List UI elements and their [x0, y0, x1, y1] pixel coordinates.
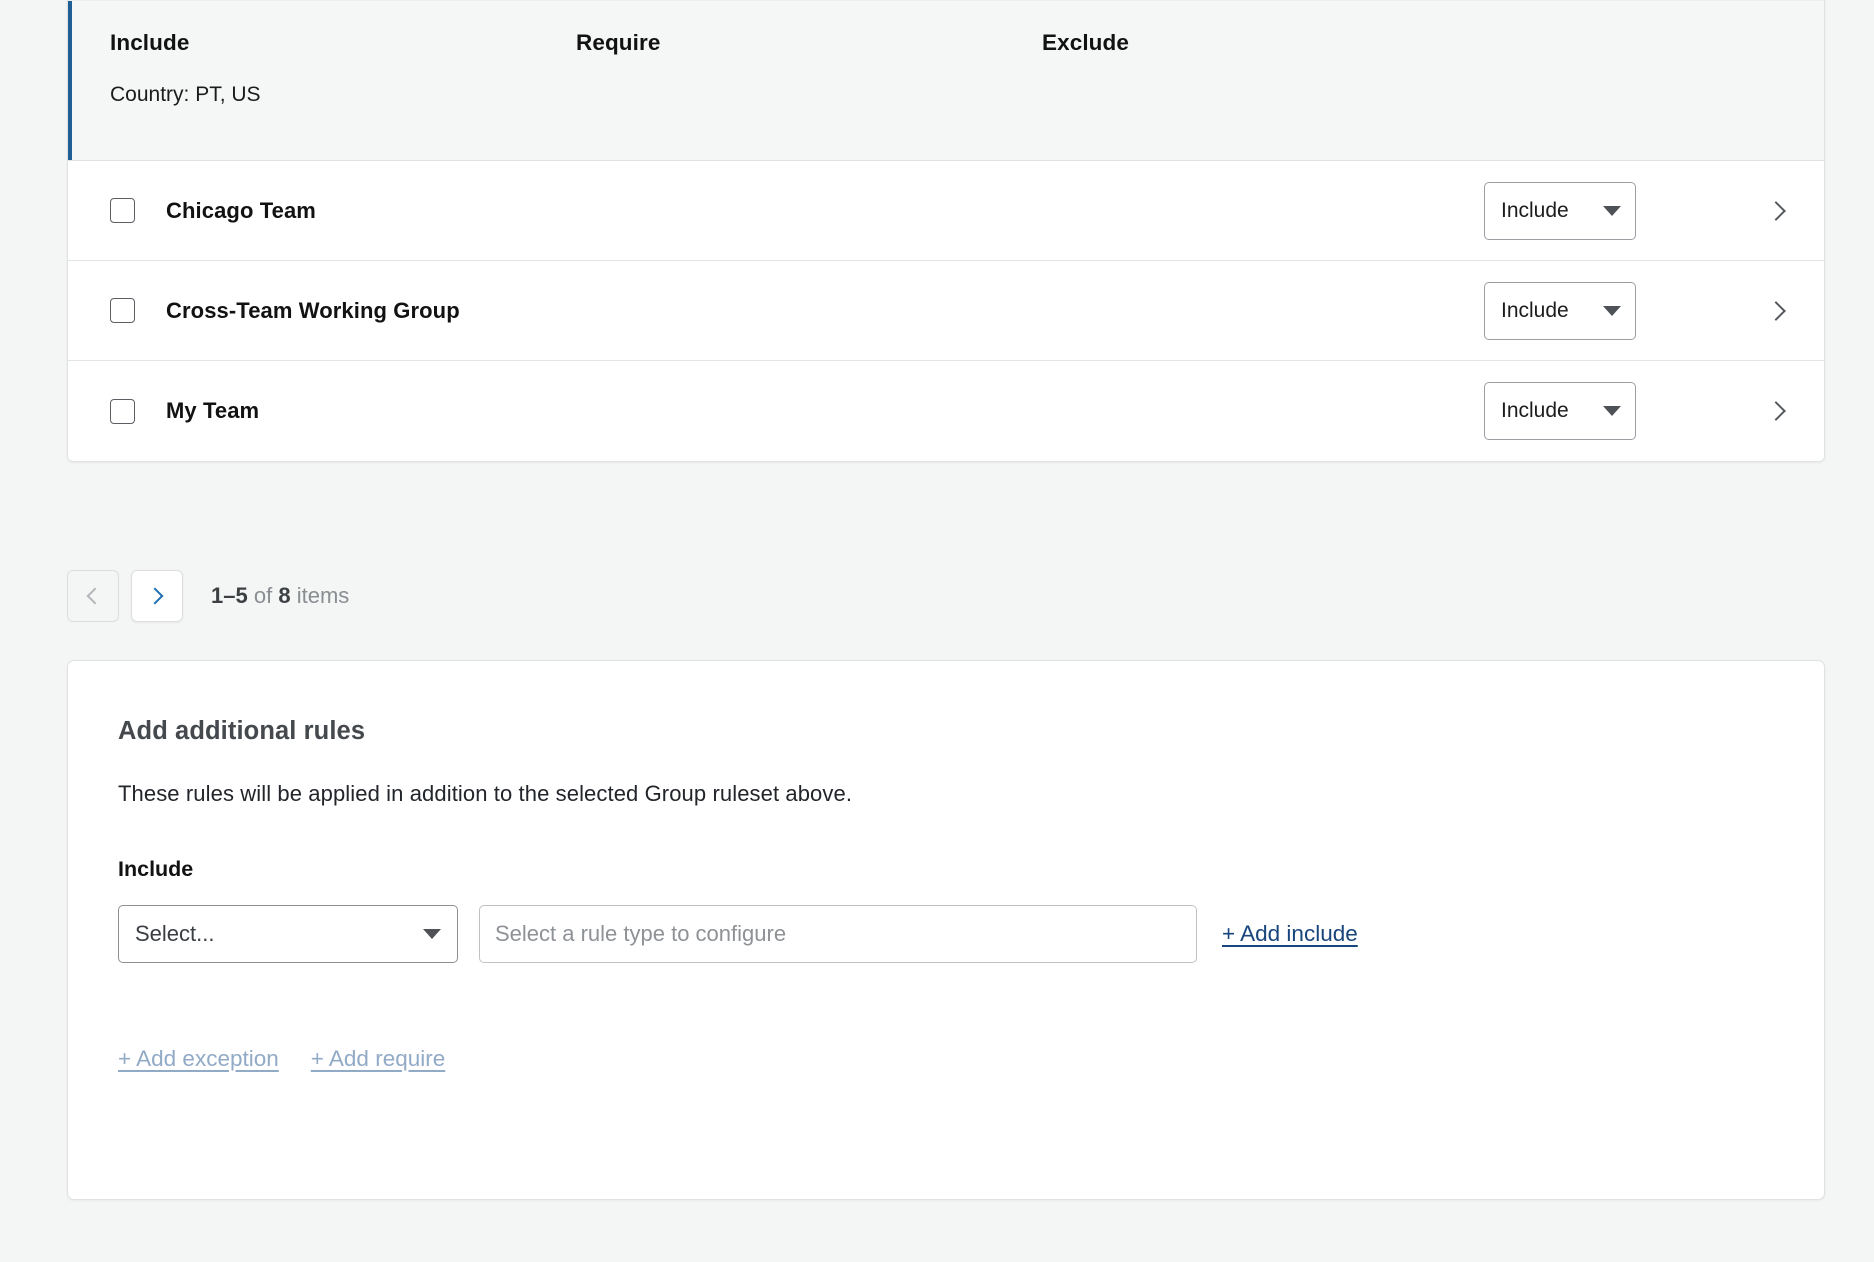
rule-type-select-value: Select... — [135, 921, 423, 947]
include-field-label: Include — [118, 857, 1824, 882]
pagination-status: 1–5 of 8 items — [211, 583, 349, 609]
row-group-name: Cross-Team Working Group — [166, 298, 1484, 324]
rule-column-include-value: Country: PT, US — [110, 81, 576, 108]
row-action-value: Include — [1501, 299, 1603, 323]
row-action-select[interactable]: Include — [1484, 382, 1636, 440]
add-additional-rules-title: Add additional rules — [118, 717, 1824, 746]
pagination-of-text: of — [254, 583, 272, 608]
group-ruleset-table-card: Include Country: PT, US Require Exclude … — [67, 0, 1825, 462]
row-group-name: Chicago Team — [166, 198, 1484, 224]
chevron-down-icon — [1603, 206, 1621, 216]
row-expand-button[interactable] — [1756, 204, 1796, 218]
additional-rule-links: + Add exception + Add require — [118, 1046, 1824, 1072]
chevron-down-icon — [1603, 306, 1621, 316]
rule-column-exclude: Exclude — [1042, 29, 1442, 108]
add-additional-rules-subtitle: These rules will be applied in addition … — [118, 781, 1824, 807]
chevron-right-icon — [1766, 301, 1786, 321]
chevron-right-icon — [1766, 401, 1786, 421]
chevron-down-icon — [1603, 406, 1621, 416]
rule-column-include-title: Include — [110, 29, 576, 56]
rule-type-select[interactable]: Select... — [118, 905, 458, 963]
add-exception-link[interactable]: + Add exception — [118, 1046, 279, 1072]
row-action-value: Include — [1501, 199, 1603, 223]
pagination-total: 8 — [278, 583, 290, 608]
rule-column-require: Require — [576, 29, 1042, 108]
page-root: Include Country: PT, US Require Exclude … — [0, 0, 1874, 1262]
row-checkbox[interactable] — [110, 298, 135, 323]
chevron-right-icon — [147, 588, 164, 605]
expanded-rule-header: Include Country: PT, US Require Exclude — [68, 1, 1824, 161]
rule-column-include: Include Country: PT, US — [110, 29, 576, 108]
row-action-select[interactable]: Include — [1484, 282, 1636, 340]
add-additional-rules-card: Add additional rules These rules will be… — [67, 660, 1825, 1200]
chevron-left-icon — [87, 588, 104, 605]
rule-config-input[interactable]: Select a rule type to configure — [479, 905, 1197, 963]
table-row[interactable]: My Team Include — [68, 361, 1824, 461]
row-checkbox[interactable] — [110, 399, 135, 424]
row-expand-button[interactable] — [1756, 404, 1796, 418]
table-row[interactable]: Chicago Team Include — [68, 161, 1824, 261]
table-row[interactable]: Cross-Team Working Group Include — [68, 261, 1824, 361]
chevron-down-icon — [423, 929, 441, 939]
add-require-link[interactable]: + Add require — [311, 1046, 445, 1072]
pagination-next-button[interactable] — [131, 570, 183, 622]
pagination: 1–5 of 8 items — [67, 570, 349, 622]
row-action-select[interactable]: Include — [1484, 182, 1636, 240]
rule-column-exclude-title: Exclude — [1042, 29, 1442, 56]
include-rule-row: Select... Select a rule type to configur… — [118, 905, 1824, 963]
pagination-items-label: items — [297, 583, 350, 608]
add-include-link[interactable]: + Add include — [1222, 921, 1358, 947]
rule-column-require-title: Require — [576, 29, 1042, 56]
rule-config-placeholder: Select a rule type to configure — [495, 921, 786, 947]
chevron-right-icon — [1766, 201, 1786, 221]
pagination-range: 1–5 — [211, 583, 248, 608]
row-checkbox[interactable] — [110, 198, 135, 223]
row-group-name: My Team — [166, 398, 1484, 424]
row-expand-button[interactable] — [1756, 304, 1796, 318]
pagination-prev-button[interactable] — [67, 570, 119, 622]
row-action-value: Include — [1501, 399, 1603, 423]
